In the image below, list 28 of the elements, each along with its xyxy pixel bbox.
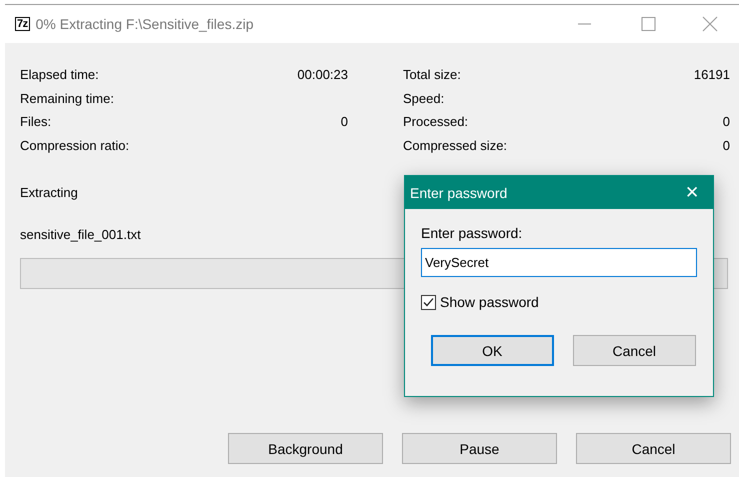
dialog-title: Enter password xyxy=(410,184,508,200)
status-text: Extracting xyxy=(20,185,78,200)
stat-label: Files: xyxy=(20,114,52,130)
close-icon[interactable]: ✕ xyxy=(685,182,699,203)
stat-value: 00:00:23 xyxy=(297,67,348,82)
stat-label: Speed: xyxy=(403,90,444,106)
window-title: 0% Extracting F:\Sensitive_files.zip xyxy=(36,16,254,32)
stat-label: Elapsed time: xyxy=(20,67,99,82)
cancel-button[interactable]: Cancel xyxy=(572,335,696,366)
dialog-button[interactable]: Pause xyxy=(402,433,557,464)
checkbox-label: Show password xyxy=(440,294,539,310)
field-label: Enter password: xyxy=(421,225,524,241)
stat-label: Compressed size: xyxy=(403,138,508,153)
stat-label: Remaining time: xyxy=(20,90,114,106)
stat-value: 0 xyxy=(340,114,348,130)
app-icon: 7z xyxy=(15,17,30,31)
password-field[interactable]: VerySecret xyxy=(421,248,697,277)
current-file: sensitive_file_001.txt xyxy=(20,227,141,242)
stat-value: 0 xyxy=(722,114,730,130)
stat-label: Compression ratio: xyxy=(20,138,130,153)
stat-value: 0 xyxy=(722,138,730,153)
stat-value: 16191 xyxy=(694,67,730,82)
show-password-checkbox[interactable] xyxy=(421,294,436,310)
stat-label: Total size: xyxy=(403,67,461,82)
stat-label: Processed: xyxy=(403,114,468,130)
dialog-button[interactable]: Background xyxy=(228,433,383,464)
ok-button[interactable]: OK xyxy=(431,335,554,366)
dialog-button[interactable]: Cancel xyxy=(576,433,731,464)
